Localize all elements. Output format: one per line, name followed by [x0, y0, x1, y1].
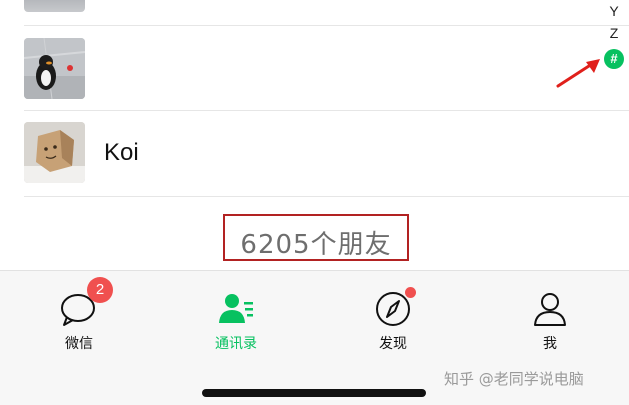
notification-dot [405, 287, 416, 298]
contact-name: Koi [104, 139, 139, 166]
contact-avatar [24, 122, 85, 183]
contact-avatar [24, 38, 85, 99]
contacts-icon [219, 294, 253, 323]
list-divider [24, 196, 629, 197]
tab-discover[interactable]: 发现 [343, 285, 443, 355]
watermark: 知乎 @老同学说电脑 [444, 370, 584, 388]
red-arrow-icon [556, 59, 600, 88]
tab-label: 发现 [379, 336, 407, 352]
tab-label: 我 [543, 336, 557, 352]
list-divider [24, 110, 629, 111]
home-indicator[interactable] [202, 389, 426, 397]
tab-label: 通讯录 [215, 336, 257, 352]
tab-label: 微信 [65, 336, 93, 352]
list-divider [24, 25, 629, 26]
tab-me[interactable]: 我 [500, 285, 600, 355]
person-icon [534, 293, 566, 326]
unread-badge: 2 [87, 277, 113, 303]
index-letter-hash[interactable]: # [604, 49, 624, 69]
friend-count: 6205个朋友 [240, 230, 392, 260]
contact-avatar [24, 0, 85, 12]
index-letter-z[interactable]: Z [599, 25, 629, 41]
tab-contacts[interactable]: 通讯录 [186, 285, 286, 355]
tab-chats[interactable]: 2 微信 [29, 277, 129, 355]
index-letter-y[interactable]: Y [599, 3, 629, 19]
friend-count-highlight: 6205个朋友 [223, 214, 409, 261]
